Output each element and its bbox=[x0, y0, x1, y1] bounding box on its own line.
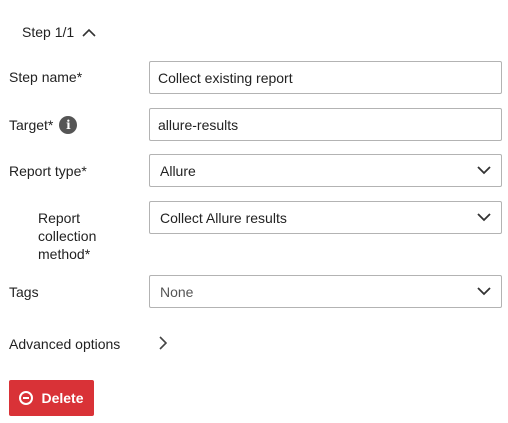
target-input[interactable] bbox=[150, 109, 501, 140]
step-title: Step 1/1 bbox=[22, 24, 75, 40]
chevron-down-icon bbox=[477, 213, 491, 222]
tags-label: Tags bbox=[9, 284, 39, 300]
step-header-toggle[interactable]: Step 1/1 bbox=[22, 20, 96, 44]
report-collection-method-select[interactable]: Collect Allure results bbox=[149, 201, 502, 234]
delete-button[interactable]: Delete bbox=[9, 380, 94, 416]
advanced-options-label: Advanced options bbox=[9, 336, 121, 352]
delete-label: Delete bbox=[41, 390, 84, 406]
report-collection-method-label: Report collection method* bbox=[38, 210, 97, 262]
report-collection-method-value: Collect Allure results bbox=[160, 209, 287, 226]
info-icon[interactable]: i bbox=[59, 116, 78, 134]
report-type-select[interactable]: Allure bbox=[149, 154, 502, 187]
step-name-field bbox=[149, 61, 502, 94]
tags-value: None bbox=[160, 283, 194, 300]
minus-circle-icon bbox=[19, 391, 34, 405]
target-field bbox=[149, 108, 502, 141]
target-label-group: Target* i bbox=[9, 116, 78, 134]
chevron-down-icon bbox=[477, 166, 491, 175]
target-label: Target* bbox=[9, 117, 54, 133]
advanced-options-toggle[interactable]: Advanced options bbox=[9, 334, 120, 354]
step-name-label: Step name* bbox=[9, 69, 83, 85]
step-name-input[interactable] bbox=[150, 62, 501, 93]
chevron-down-icon bbox=[477, 287, 491, 296]
report-type-value: Allure bbox=[160, 162, 196, 179]
tags-select[interactable]: None bbox=[149, 275, 502, 308]
chevron-up-icon bbox=[82, 28, 96, 37]
chevron-right-icon[interactable] bbox=[158, 336, 168, 355]
report-type-label: Report type* bbox=[9, 163, 87, 179]
